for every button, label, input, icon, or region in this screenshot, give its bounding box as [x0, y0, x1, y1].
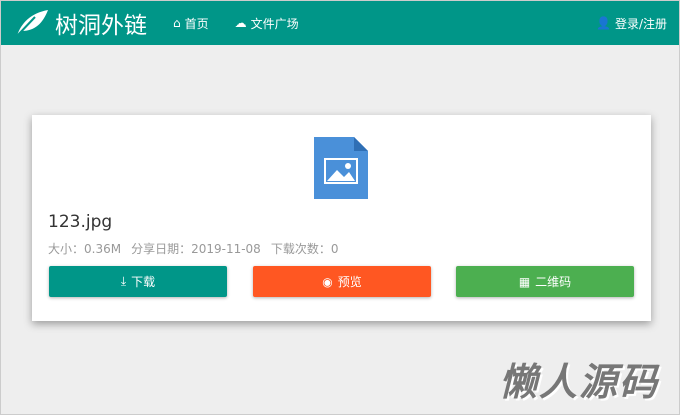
- file-size: 大小：0.36M: [48, 242, 122, 256]
- top-navbar: 树洞外链 ⌂ 首页 ☁ 文件广场 👤 登录/注册: [1, 1, 679, 45]
- image-file-icon: [314, 137, 368, 199]
- nav-home-label: 首页: [184, 16, 209, 31]
- nav-files-label: 文件广场: [250, 16, 299, 31]
- brand-name: 树洞外链: [55, 13, 147, 39]
- home-icon: ⌂: [173, 16, 181, 30]
- user-icon: 👤: [596, 16, 611, 30]
- cloud-icon: ☁: [234, 16, 247, 30]
- nav-home[interactable]: ⌂ 首页: [173, 15, 209, 32]
- watermark: 懒人源码: [498, 360, 659, 404]
- preview-label: 预览: [337, 275, 362, 289]
- download-button[interactable]: ⤓ 下载: [49, 266, 227, 297]
- nav-login[interactable]: 👤 登录/注册: [596, 15, 667, 32]
- file-meta: 大小：0.36M 分享日期：2019-11-08 下载次数：0: [48, 240, 338, 257]
- share-date: 分享日期：2019-11-08: [131, 242, 261, 256]
- qrcode-button[interactable]: ▦ 二维码: [456, 266, 634, 297]
- eye-icon: ◉: [322, 274, 333, 289]
- nav-files[interactable]: ☁ 文件广场: [235, 15, 299, 32]
- download-label: 下载: [131, 275, 156, 289]
- qrcode-icon: ▦: [518, 274, 531, 289]
- leaf-icon: [16, 10, 48, 37]
- download-count: 下载次数：0: [270, 242, 339, 256]
- file-name: 123.jpg: [48, 212, 113, 232]
- qrcode-label: 二维码: [535, 275, 572, 289]
- nav-login-label: 登录/注册: [614, 16, 667, 31]
- download-icon: ⤓: [120, 274, 127, 288]
- preview-button[interactable]: ◉ 预览: [253, 266, 431, 297]
- brand-logo[interactable]: 树洞外链: [13, 6, 147, 40]
- file-card: 123.jpg 大小：0.36M 分享日期：2019-11-08 下载次数：0 …: [32, 115, 651, 321]
